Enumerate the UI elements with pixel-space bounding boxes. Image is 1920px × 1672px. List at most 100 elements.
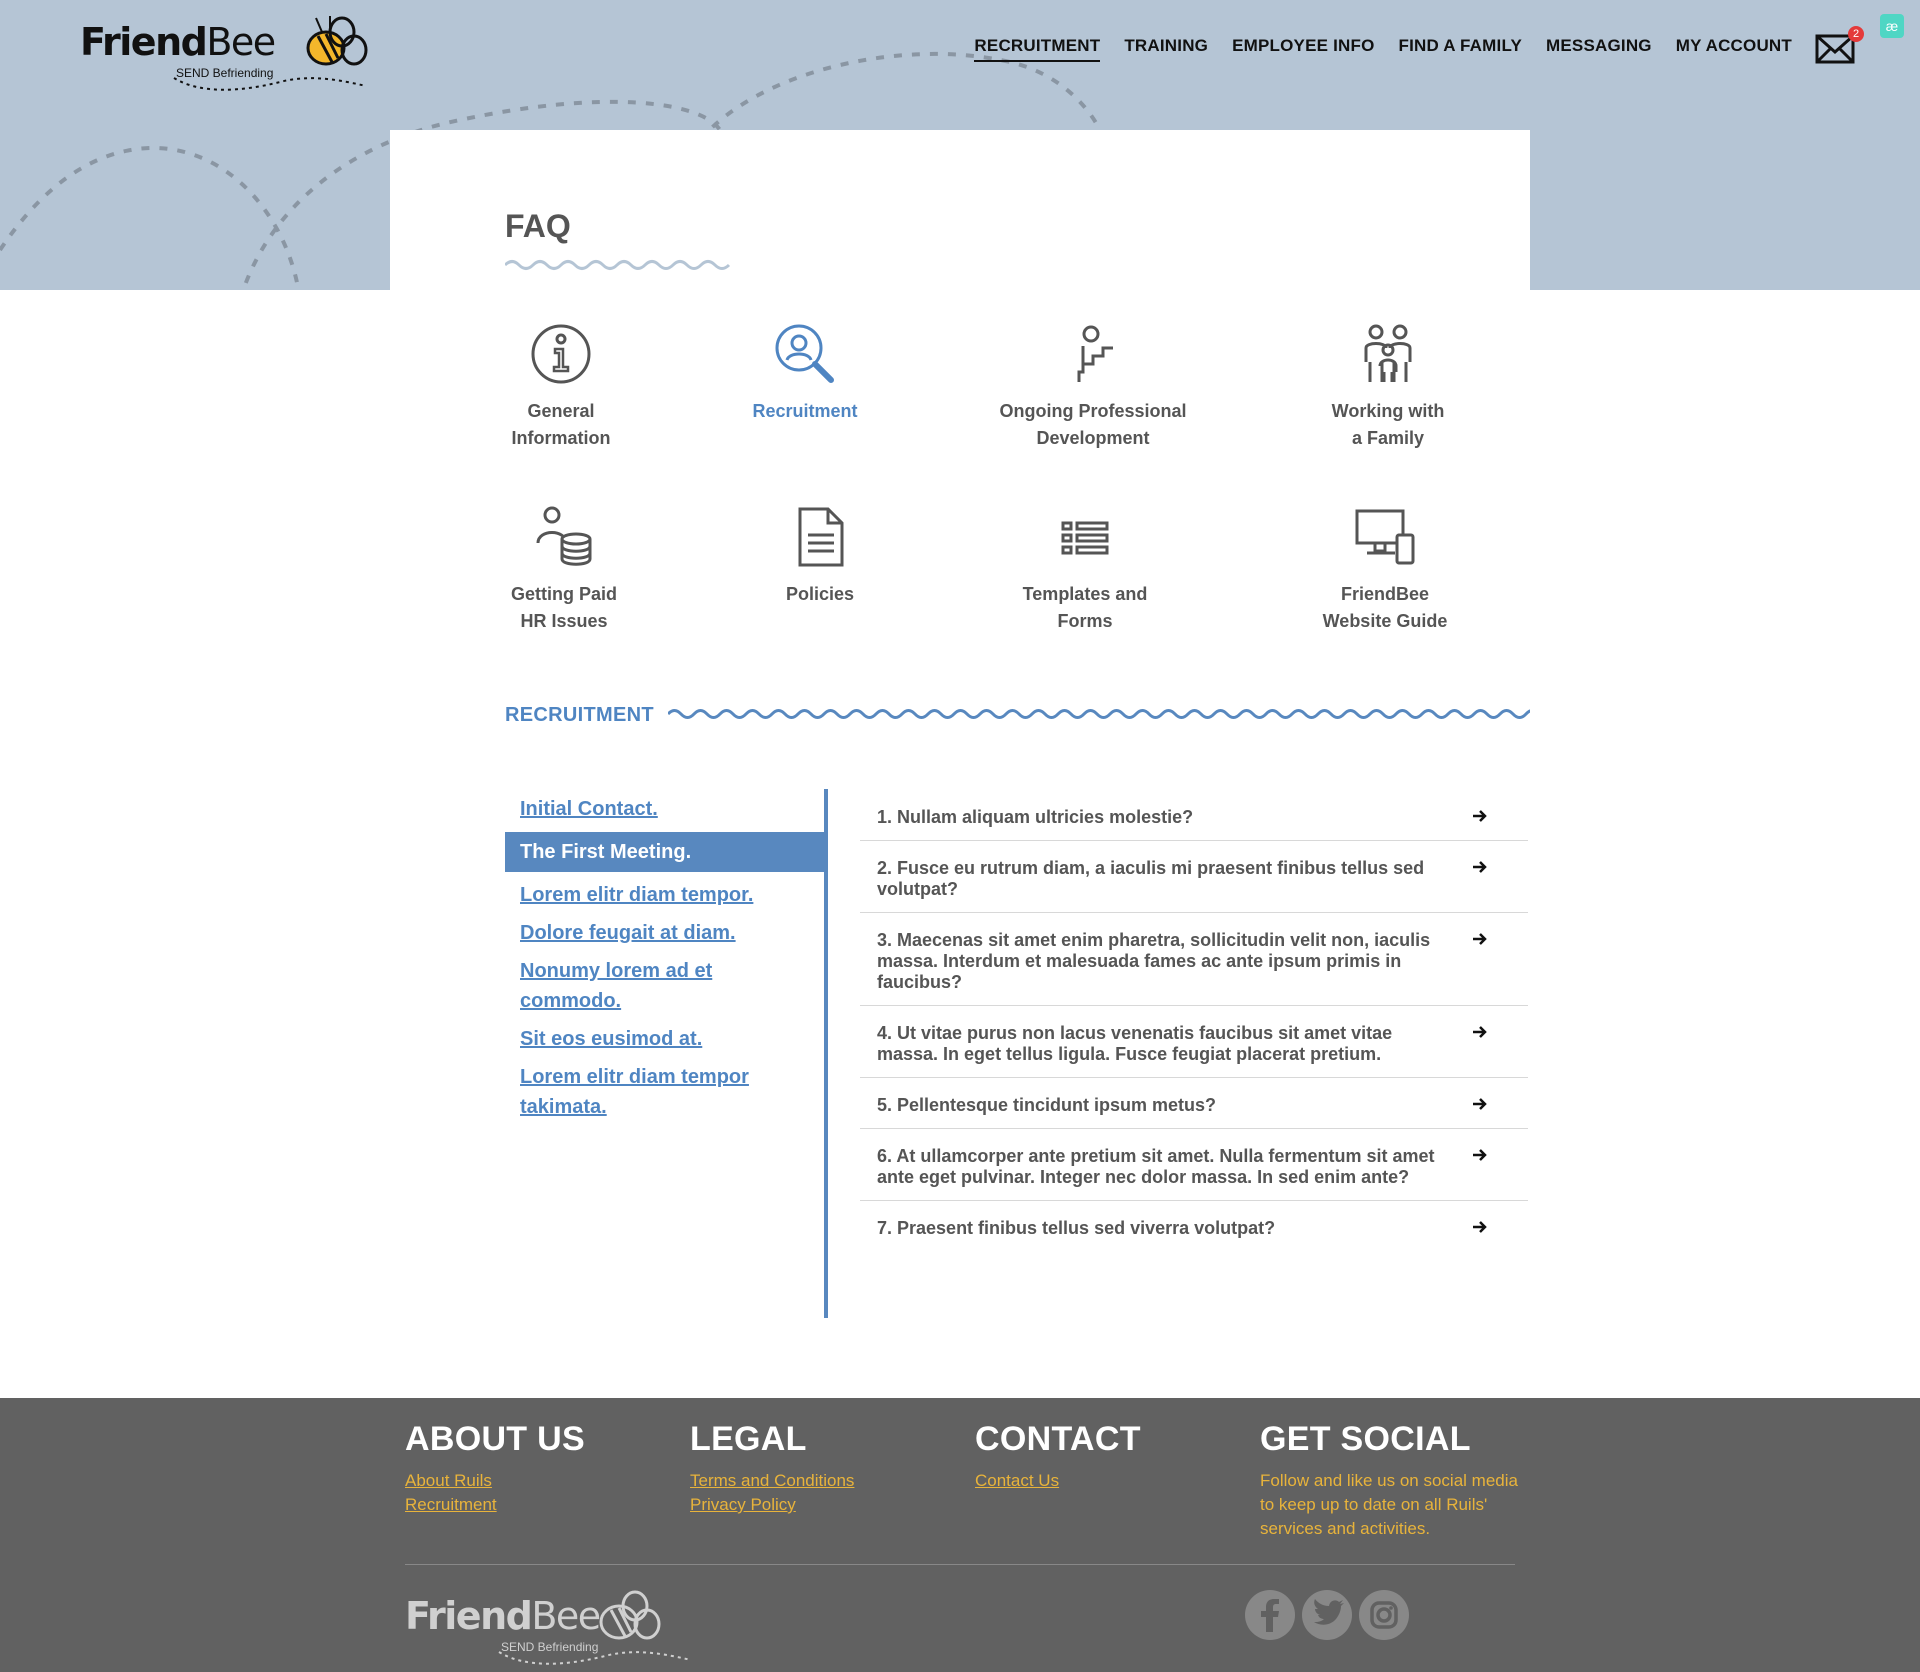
faq-question[interactable]: 7. Praesent finibus tellus sed viverra v… <box>860 1201 1528 1251</box>
page-title: FAQ <box>505 208 571 244</box>
footer-about-column: ABOUT US About Ruils Recruitment <box>405 1420 585 1517</box>
topic-divider <box>824 789 828 1318</box>
category-general-information[interactable]: General Information <box>446 322 676 452</box>
category-label: Information <box>511 428 611 448</box>
extension-badge[interactable]: æ <box>1880 14 1904 38</box>
faq-question[interactable]: 6. At ullamcorper ante pretium sit amet.… <box>860 1129 1528 1201</box>
category-label: Policies <box>785 584 855 604</box>
info-icon <box>531 324 591 384</box>
faq-question[interactable]: 4. Ut vitae purus non lacus venenatis fa… <box>860 1006 1528 1078</box>
topic-lorem-elitr-diam-tempor-takimata[interactable]: Lorem elitr diam tempor takimata. <box>505 1058 825 1126</box>
title-wave-underline <box>505 260 731 270</box>
faq-question[interactable]: 5. Pellentesque tincidunt ipsum metus? <box>860 1078 1528 1129</box>
category-label: Working with <box>1331 401 1445 421</box>
footer-heading: ABOUT US <box>405 1420 585 1458</box>
question-list: 1. Nullam aliquam ultricies molestie? 2.… <box>860 790 1528 1251</box>
arrow-right-icon <box>1473 1221 1487 1233</box>
devices-icon <box>1355 509 1415 565</box>
category-recruitment[interactable]: Recruitment <box>690 322 920 425</box>
arrow-right-icon <box>1473 861 1487 873</box>
arrow-right-icon <box>1473 1149 1487 1161</box>
main-nav: RECRUITMENT TRAINING EMPLOYEE INFO FIND … <box>974 36 1792 62</box>
footer-link-terms[interactable]: Terms and Conditions <box>690 1469 854 1493</box>
nav-training[interactable]: TRAINING <box>1124 36 1208 62</box>
footer-link-about-ruils[interactable]: About Ruils <box>405 1469 585 1493</box>
category-label: Website Guide <box>1322 611 1448 631</box>
topic-dolore-feugait-at-diam[interactable]: Dolore feugait at diam. <box>505 914 825 952</box>
category-label: Getting Paid <box>510 584 617 604</box>
topic-initial-contact[interactable]: Initial Contact. <box>505 790 825 828</box>
footer-divider <box>405 1564 1515 1565</box>
footer-heading: LEGAL <box>690 1420 807 1458</box>
bee-trail <box>498 1651 692 1665</box>
logo-wordmark: FriendBee <box>80 20 276 64</box>
faq-question-text: 2. Fusce eu rutrum diam, a iaculis mi pr… <box>877 858 1425 899</box>
category-label: Recruitment <box>752 401 858 421</box>
arrow-right-icon <box>1473 933 1487 945</box>
category-policies[interactable]: Policies <box>705 505 935 608</box>
bee-icon <box>599 1590 661 1640</box>
faq-question[interactable]: 1. Nullam aliquam ultricies molestie? <box>860 790 1528 841</box>
faq-question[interactable]: 3. Maecenas sit amet enim pharetra, soll… <box>860 913 1528 1006</box>
category-label: HR Issues <box>520 611 608 631</box>
faq-question-text: 6. At ullamcorper ante pretium sit amet.… <box>877 1146 1435 1187</box>
nav-my-account[interactable]: MY ACCOUNT <box>1676 36 1792 62</box>
faq-question[interactable]: 2. Fusce eu rutrum diam, a iaculis mi pr… <box>860 841 1528 913</box>
topic-the-first-meeting[interactable]: The First Meeting. <box>505 832 825 872</box>
footer-heading: GET SOCIAL <box>1260 1420 1471 1458</box>
section-wave-divider <box>668 709 1530 719</box>
category-label: General <box>527 401 595 421</box>
bee-trail <box>173 77 367 91</box>
footer-logo[interactable]: FriendBee SEND Befriending <box>405 1584 695 1665</box>
category-label: Templates and <box>1022 584 1148 604</box>
faq-question-text: 3. Maecenas sit amet enim pharetra, soll… <box>877 930 1431 992</box>
faq-question-text: 1. Nullam aliquam ultricies molestie? <box>877 807 1194 827</box>
topic-lorem-elitr-diam-tempor[interactable]: Lorem elitr diam tempor. <box>505 876 825 914</box>
footer-legal-column: LEGAL Terms and Conditions Privacy Polic… <box>690 1420 854 1517</box>
instagram-icon[interactable] <box>1359 1590 1409 1640</box>
footer-social-column: GET SOCIAL Follow and like us on social … <box>1260 1420 1520 1541</box>
footer-link-recruitment[interactable]: Recruitment <box>405 1493 585 1517</box>
career-steps-icon <box>1077 325 1113 382</box>
category-ongoing-professional-development[interactable]: Ongoing Professional Development <box>978 322 1208 452</box>
search-user-icon <box>775 324 834 383</box>
footer-link-contact-us[interactable]: Contact Us <box>975 1469 1141 1493</box>
category-friendbee-website-guide[interactable]: FriendBee Website Guide <box>1270 505 1500 635</box>
topic-list: Initial Contact. The First Meeting. Lore… <box>505 790 825 1126</box>
faq-question-text: 7. Praesent finibus tellus sed viverra v… <box>877 1218 1276 1238</box>
facebook-icon[interactable] <box>1245 1590 1295 1640</box>
nav-messaging[interactable]: MESSAGING <box>1546 36 1652 62</box>
category-label: Ongoing Professional <box>999 401 1187 421</box>
category-templates-and-forms[interactable]: Templates and Forms <box>970 505 1200 635</box>
twitter-icon[interactable] <box>1302 1590 1352 1640</box>
arrow-right-icon <box>1473 810 1487 822</box>
category-getting-paid-hr-issues[interactable]: Getting Paid HR Issues <box>449 505 679 635</box>
friendbee-logo[interactable]: FriendBee SEND Befriending <box>80 10 370 91</box>
nav-recruitment[interactable]: RECRUITMENT <box>974 36 1101 62</box>
footer: ABOUT US About Ruils Recruitment LEGAL T… <box>0 1398 1920 1672</box>
faq-question-text: 4. Ut vitae purus non lacus venenatis fa… <box>877 1023 1393 1064</box>
person-coins-icon <box>536 506 592 566</box>
category-label: Forms <box>1057 611 1113 631</box>
category-working-with-a-family[interactable]: Working with a Family <box>1273 322 1503 452</box>
topic-sit-eos-eusimod-at[interactable]: Sit eos eusimod at. <box>505 1020 825 1058</box>
footer-contact-column: CONTACT Contact Us <box>975 1420 1141 1493</box>
category-label: FriendBee <box>1340 584 1430 604</box>
nav-find-a-family[interactable]: FIND A FAMILY <box>1399 36 1523 62</box>
category-label: Development <box>1036 428 1150 448</box>
section-title: RECRUITMENT <box>505 704 654 726</box>
document-icon <box>798 507 844 567</box>
logo-wordmark: FriendBee <box>405 1594 601 1638</box>
footer-heading: CONTACT <box>975 1420 1141 1458</box>
bee-icon <box>306 16 368 66</box>
topic-nonumy-lorem-ad-et-commodo[interactable]: Nonumy lorem ad et commodo. <box>505 952 825 1020</box>
list-icon <box>1061 521 1109 555</box>
unread-count-badge: 2 <box>1848 26 1864 42</box>
arrow-right-icon <box>1473 1098 1487 1110</box>
nav-employee-info[interactable]: EMPLOYEE INFO <box>1232 36 1374 62</box>
arrow-right-icon <box>1473 1026 1487 1038</box>
footer-link-privacy[interactable]: Privacy Policy <box>690 1493 854 1517</box>
footer-social-text: Follow and like us on social media to ke… <box>1260 1471 1518 1538</box>
faq-question-text: 5. Pellentesque tincidunt ipsum metus? <box>877 1095 1217 1115</box>
family-icon <box>1364 324 1412 382</box>
